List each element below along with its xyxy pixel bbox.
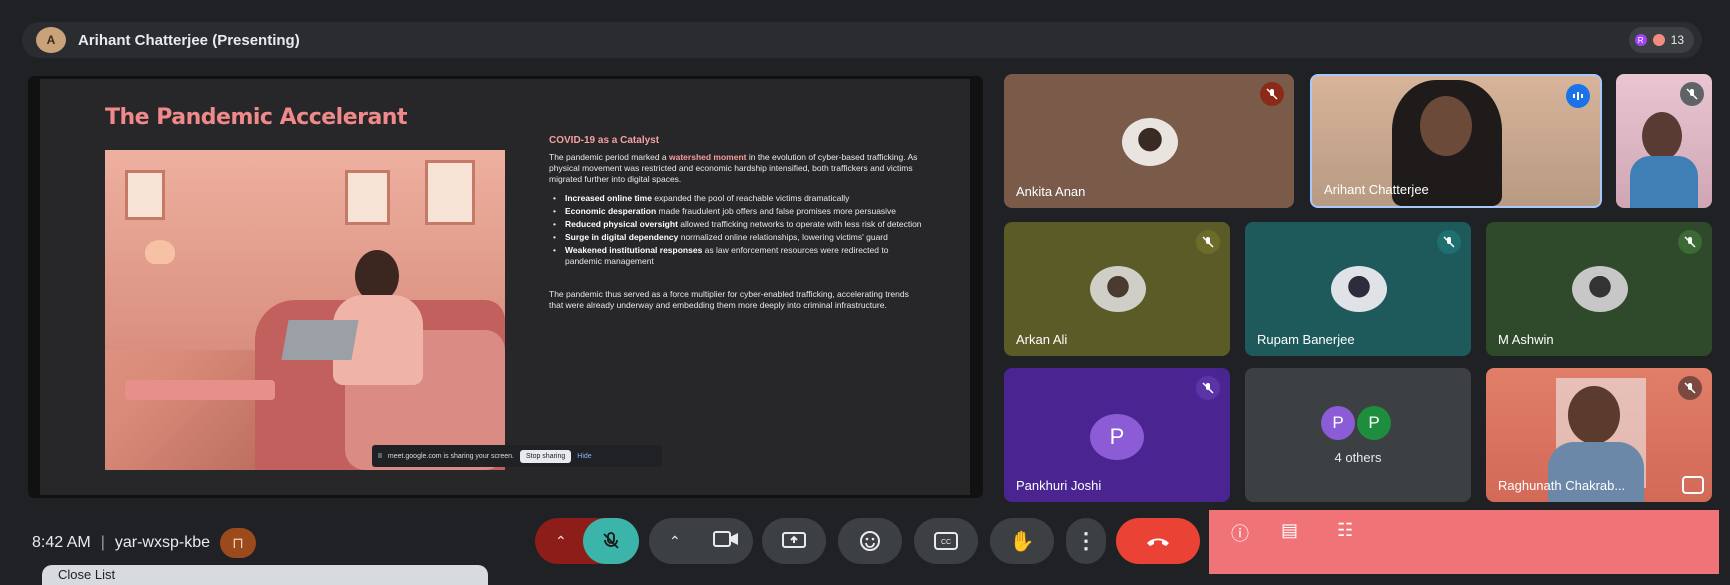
share-notice-text: meet.google.com is sharing your screen. <box>387 452 514 460</box>
avatar <box>1572 266 1628 312</box>
present-button[interactable] <box>762 518 826 564</box>
avatar: P <box>1090 414 1144 460</box>
captions-icon: CC <box>934 532 958 550</box>
participant-name: Rupam Banerjee <box>1257 332 1355 347</box>
hide-share-notice-button[interactable]: Hide <box>577 453 591 460</box>
participant-tile[interactable]: Ankita Anan <box>1004 74 1294 208</box>
slide-closing: The pandemic thus served as a force mult… <box>549 289 909 310</box>
hand-icon: ✋ <box>1009 530 1035 553</box>
more-options-button[interactable]: ⋮ <box>1066 518 1106 564</box>
participant-tile[interactable]: P Pankhuri Joshi <box>1004 368 1230 502</box>
apps-grid-icon[interactable]: ☷ <box>1337 520 1353 541</box>
reactions-button[interactable] <box>838 518 902 564</box>
mic-off-button[interactable] <box>583 518 639 564</box>
participant-tile[interactable]: Arihant Chatterjee <box>1310 74 1602 208</box>
close-list-bar[interactable]: Close List <box>42 565 488 585</box>
participant-name: Arihant Chatterjee <box>1324 182 1429 197</box>
mic-off-icon <box>1678 376 1702 400</box>
avatar <box>1331 266 1387 312</box>
slide-photo <box>105 150 505 470</box>
others-tile[interactable]: P P 4 others <box>1245 368 1471 502</box>
pause-icon: II <box>378 452 382 460</box>
others-count-label: 4 others <box>1334 450 1382 465</box>
participant-face <box>1642 112 1682 160</box>
participant-body <box>1630 156 1698 208</box>
participant-name: Pankhuri Joshi <box>1016 478 1102 493</box>
mic-off-icon <box>1678 230 1702 254</box>
slide-title: The Pandemic Accelerant <box>105 105 408 130</box>
participant-name: Ankita Anan <box>1016 184 1086 199</box>
slide-heading: COVID-19 as a Catalyst <box>549 135 660 146</box>
raise-hand-button[interactable]: ✋ <box>990 518 1054 564</box>
slide-intro: The pandemic period marked a watershed m… <box>549 152 918 184</box>
list-item: Weakened institutional responses as law … <box>553 245 924 267</box>
slide-bullets: Increased online time expanded the pool … <box>553 193 924 267</box>
screen-share-notice: II meet.google.com is sharing your scree… <box>372 445 662 467</box>
avatar: P <box>1357 406 1391 440</box>
participant-name: Raghunath Chakrab... <box>1498 478 1626 493</box>
svg-text:CC: CC <box>941 539 951 546</box>
presentation-slide: The Pandemic Accelerant COVID-19 as a Ca… <box>40 79 970 495</box>
speaking-indicator-icon <box>1566 84 1590 108</box>
avatar: P <box>1321 406 1355 440</box>
presentation-mode-icon[interactable]: ⊓ <box>220 528 256 558</box>
participant-face <box>1568 386 1620 444</box>
mic-off-icon <box>603 532 619 549</box>
info-icon[interactable]: ⓘ <box>1231 520 1249 546</box>
clock-time: 8:42 AM <box>32 534 91 551</box>
pip-icon[interactable] <box>1682 476 1704 494</box>
presenter-bar: A Arihant Chatterjee (Presenting) R 13 <box>22 22 1702 58</box>
side-controls-panel: ⓘ ▤ ☷ <box>1209 510 1719 574</box>
mic-off-icon <box>1260 82 1284 106</box>
stop-sharing-button[interactable]: Stop sharing <box>519 449 572 463</box>
slide-body: COVID-19 as a Catalyst The pandemic peri… <box>549 135 924 311</box>
participant-avatar-badge: R <box>1634 34 1647 46</box>
camera-control[interactable]: ⌃ <box>649 518 753 564</box>
list-item: Reduced physical oversight allowed traff… <box>553 219 924 230</box>
mic-off-icon <box>1196 230 1220 254</box>
participant-name: Arkan Ali <box>1016 332 1068 347</box>
participant-face <box>1420 96 1472 156</box>
list-item: Surge in digital dependency normalized o… <box>553 232 924 243</box>
participant-tile[interactable]: M Ashwin <box>1486 222 1712 356</box>
screen-share-stage: The Pandemic Accelerant COVID-19 as a Ca… <box>28 76 983 498</box>
more-vert-icon: ⋮ <box>1075 528 1097 553</box>
hang-up-icon <box>1147 538 1169 546</box>
participant-count: 13 <box>1670 33 1684 47</box>
participant-name: M Ashwin <box>1498 332 1554 347</box>
mic-off-icon <box>1437 230 1461 254</box>
participants-button[interactable]: R 13 <box>1628 27 1694 53</box>
separator: | <box>100 534 105 551</box>
present-screen-icon <box>782 532 806 548</box>
captions-button[interactable]: CC <box>914 518 978 564</box>
list-item: Increased online time expanded the pool … <box>553 193 924 204</box>
mic-off-icon <box>1680 82 1704 106</box>
mic-off-icon <box>1196 376 1220 400</box>
meeting-info: 8:42 AM | yar-wxsp-kbe ⊓ <box>32 528 256 558</box>
emoji-icon <box>860 531 880 551</box>
mic-control[interactable]: ⌃ <box>535 518 639 564</box>
leave-call-button[interactable] <box>1116 518 1200 564</box>
list-item: Economic desperation made fraudulent job… <box>553 206 924 217</box>
participant-avatar-badge-2 <box>1652 34 1665 46</box>
chevron-up-icon[interactable]: ⌃ <box>669 533 681 550</box>
avatar <box>1090 266 1146 312</box>
participant-tile[interactable] <box>1616 74 1712 208</box>
chat-icon[interactable]: ▤ <box>1281 520 1298 541</box>
chevron-up-icon[interactable]: ⌃ <box>555 533 567 550</box>
avatar <box>1122 118 1178 166</box>
presenter-name: Arihant Chatterjee (Presenting) <box>78 31 300 49</box>
meeting-code: yar-wxsp-kbe <box>114 534 210 551</box>
camera-off-icon[interactable] <box>713 530 739 553</box>
participant-tile[interactable]: Raghunath Chakrab... <box>1486 368 1712 502</box>
participant-body <box>1548 442 1644 502</box>
participant-tile[interactable]: Arkan Ali <box>1004 222 1230 356</box>
presenter-avatar: A <box>36 27 66 53</box>
participant-tile[interactable]: Rupam Banerjee <box>1245 222 1471 356</box>
